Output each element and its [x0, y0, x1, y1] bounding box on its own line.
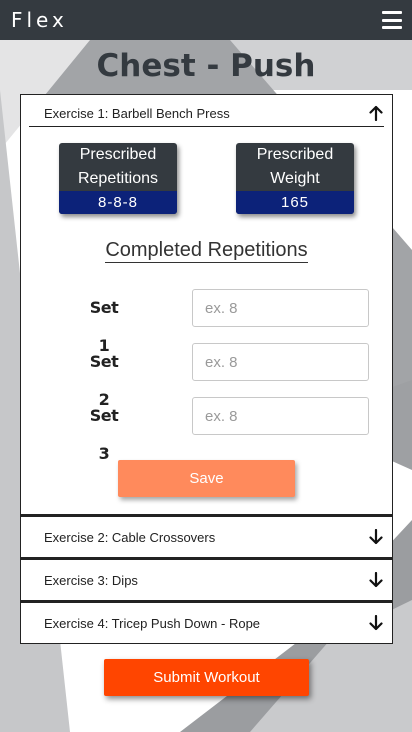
set-2-label: Set 2 — [89, 352, 119, 409]
arrow-down-icon[interactable] — [369, 615, 383, 631]
page-title: Chest - Push — [96, 48, 316, 84]
exercise-header-2[interactable]: Exercise 2: Cable Crossovers — [21, 517, 392, 557]
prescribed-weight-card: Prescribed Weight 165 — [236, 143, 354, 214]
arrow-up-icon[interactable] — [369, 105, 383, 121]
set-3-label: Set 3 — [89, 406, 119, 463]
exercise-item-4: Exercise 4: Tricep Push Down - Rope — [20, 601, 393, 644]
prescribed-weight-label: Prescribed Weight — [256, 146, 334, 187]
exercise-item-2: Exercise 2: Cable Crossovers — [20, 515, 393, 558]
set-row-2: Set 2 — [21, 343, 392, 409]
submit-workout-button[interactable]: Submit Workout — [104, 659, 309, 696]
set-1-input[interactable] — [192, 289, 369, 327]
brand-logo[interactable]: Flex — [11, 8, 68, 32]
top-navbar: Flex — [0, 0, 412, 40]
exercise-label: Exercise 1: Barbell Bench Press — [44, 105, 230, 121]
arrow-down-icon[interactable] — [369, 529, 383, 545]
prescribed-repetitions-card: Prescribed Repetitions 8-8-8 — [59, 143, 177, 214]
set-row-1: Set 1 — [21, 289, 392, 355]
exercise-label: Exercise 2: Cable Crossovers — [44, 529, 216, 545]
exercise-header-4[interactable]: Exercise 4: Tricep Push Down - Rope — [21, 603, 392, 643]
hamburger-menu-icon[interactable] — [382, 11, 402, 29]
set-row-3: Set 3 — [21, 397, 392, 463]
exercise-item-3: Exercise 3: Dips — [20, 558, 393, 601]
set-3-input[interactable] — [192, 397, 369, 435]
exercise-label: Exercise 4: Tricep Push Down - Rope — [44, 615, 261, 631]
header-divider — [29, 126, 384, 127]
exercise-body-1: Prescribed Repetitions 8-8-8 Prescribed … — [21, 131, 392, 514]
save-button[interactable]: Save — [118, 460, 295, 497]
set-1-label: Set 1 — [89, 298, 119, 355]
set-2-input[interactable] — [192, 343, 369, 381]
prescribed-repetitions-value: 8-8-8 — [59, 191, 177, 214]
exercise-label: Exercise 3: Dips — [44, 572, 138, 588]
exercise-item-1: Exercise 1: Barbell Bench Press Prescrib… — [20, 94, 393, 515]
exercise-header-3[interactable]: Exercise 3: Dips — [21, 560, 392, 600]
exercise-accordion: Exercise 1: Barbell Bench Press Prescrib… — [20, 94, 393, 644]
completed-repetitions-heading: Completed Repetitions — [105, 239, 308, 263]
prescribed-repetitions-label: Prescribed Repetitions — [77, 146, 159, 187]
arrow-down-icon[interactable] — [369, 572, 383, 588]
prescribed-weight-value: 165 — [236, 191, 354, 214]
